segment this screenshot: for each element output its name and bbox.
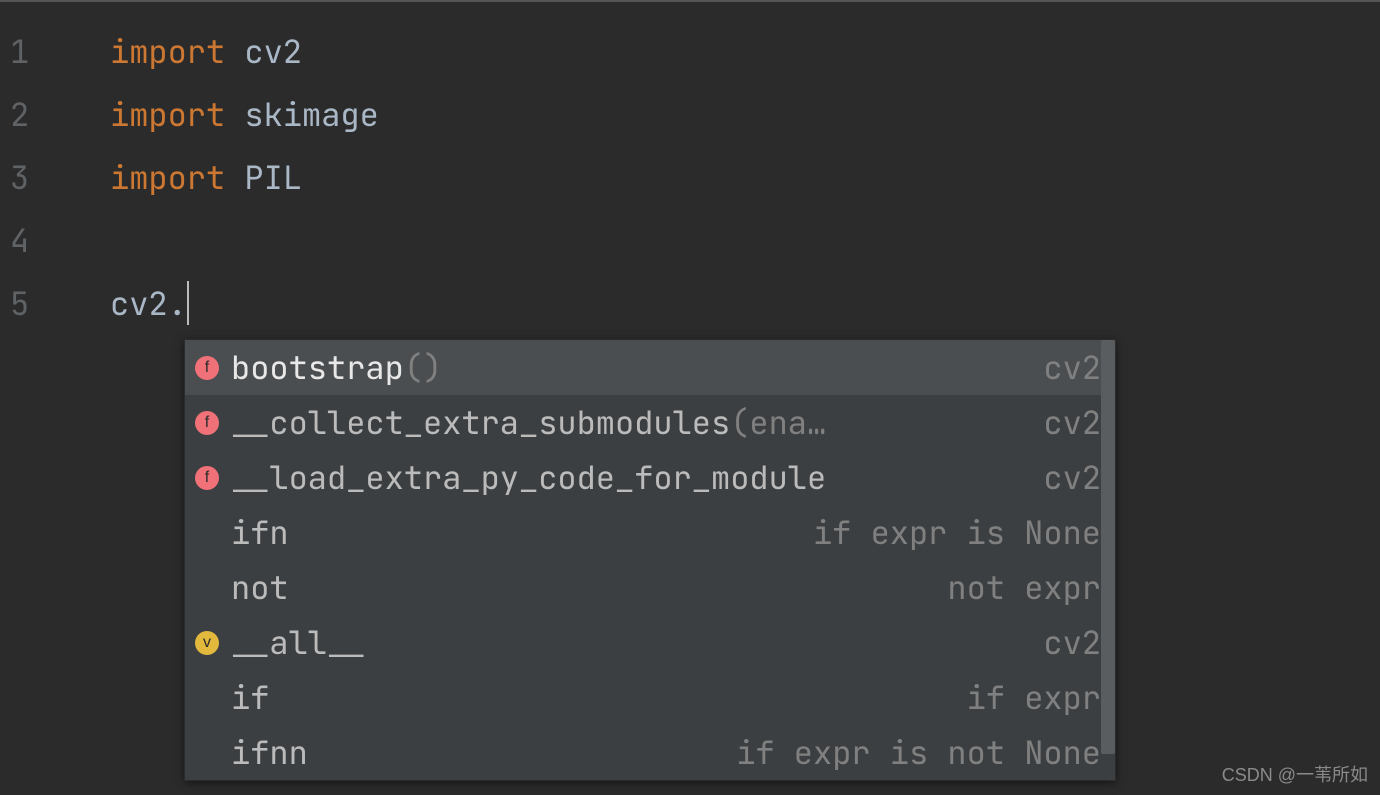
line-gutter: 1 2 3 4 5 xyxy=(0,2,60,795)
completion-label: __all__ xyxy=(231,621,365,664)
autocomplete-item[interactable]: f bootstrap() cv2 xyxy=(185,340,1115,395)
template-icon xyxy=(195,741,219,765)
completion-origin: if expr xyxy=(947,676,1101,719)
autocomplete-item[interactable]: ifn if expr is None xyxy=(185,505,1115,560)
popup-scrollbar-thumb[interactable] xyxy=(1101,340,1115,754)
completion-origin: cv2 xyxy=(1023,346,1101,389)
line-number: 3 xyxy=(10,146,60,209)
completion-origin: if expr is None xyxy=(793,511,1101,554)
keyword-import: import xyxy=(110,30,225,73)
autocomplete-item[interactable]: f __collect_extra_submodules(ena… cv2 xyxy=(185,395,1115,450)
code-text: skimage xyxy=(225,93,379,136)
line-number: 1 xyxy=(10,20,60,83)
completion-label: ifn xyxy=(231,511,289,554)
completion-origin: cv2 xyxy=(1023,621,1101,664)
code-line[interactable] xyxy=(110,209,1380,272)
function-icon: f xyxy=(195,356,219,380)
watermark-text: CSDN @一苇所如 xyxy=(1222,761,1368,787)
completion-label: not xyxy=(231,566,289,609)
function-icon: f xyxy=(195,466,219,490)
completion-origin: cv2 xyxy=(1023,401,1101,444)
completion-label: ifnn xyxy=(231,731,308,774)
code-line[interactable]: import cv2 xyxy=(110,20,1380,83)
completion-label: bootstrap xyxy=(231,346,404,389)
completion-origin: if expr is not None xyxy=(716,731,1101,774)
popup-scrollbar-track[interactable] xyxy=(1101,340,1115,780)
template-icon xyxy=(195,686,219,710)
keyword-import: import xyxy=(110,93,225,136)
code-text: cv2 xyxy=(225,30,302,73)
completion-label: __collect_extra_submodules xyxy=(231,401,730,444)
autocomplete-item[interactable]: f __load_extra_py_code_for_module cv2 xyxy=(185,450,1115,505)
line-number: 4 xyxy=(10,209,60,272)
code-line[interactable]: cv2. xyxy=(110,272,1380,335)
autocomplete-item[interactable]: if if expr xyxy=(185,670,1115,725)
function-icon: f xyxy=(195,411,219,435)
variable-icon: v xyxy=(195,631,219,655)
completion-args: () xyxy=(404,346,442,389)
completion-origin: not expr xyxy=(927,566,1101,609)
code-text: PIL xyxy=(225,156,302,199)
code-line[interactable]: import skimage xyxy=(110,83,1380,146)
completion-origin: cv2 xyxy=(1023,456,1101,499)
completion-label: __load_extra_py_code_for_module xyxy=(231,456,826,499)
template-icon xyxy=(195,521,219,545)
completion-label: if xyxy=(231,676,269,719)
autocomplete-item[interactable]: v __all__ cv2 xyxy=(185,615,1115,670)
completion-args: (ena… xyxy=(730,401,826,444)
template-icon xyxy=(195,576,219,600)
text-caret xyxy=(187,281,189,325)
autocomplete-item[interactable]: ifnn if expr is not None xyxy=(185,725,1115,780)
autocomplete-popup[interactable]: f bootstrap() cv2 f __collect_extra_subm… xyxy=(184,339,1116,781)
code-line[interactable]: import PIL xyxy=(110,146,1380,209)
keyword-import: import xyxy=(110,156,225,199)
autocomplete-item[interactable]: not not expr xyxy=(185,560,1115,615)
line-number: 5 xyxy=(10,272,60,335)
code-text: cv2. xyxy=(110,282,187,325)
line-number: 2 xyxy=(10,83,60,146)
